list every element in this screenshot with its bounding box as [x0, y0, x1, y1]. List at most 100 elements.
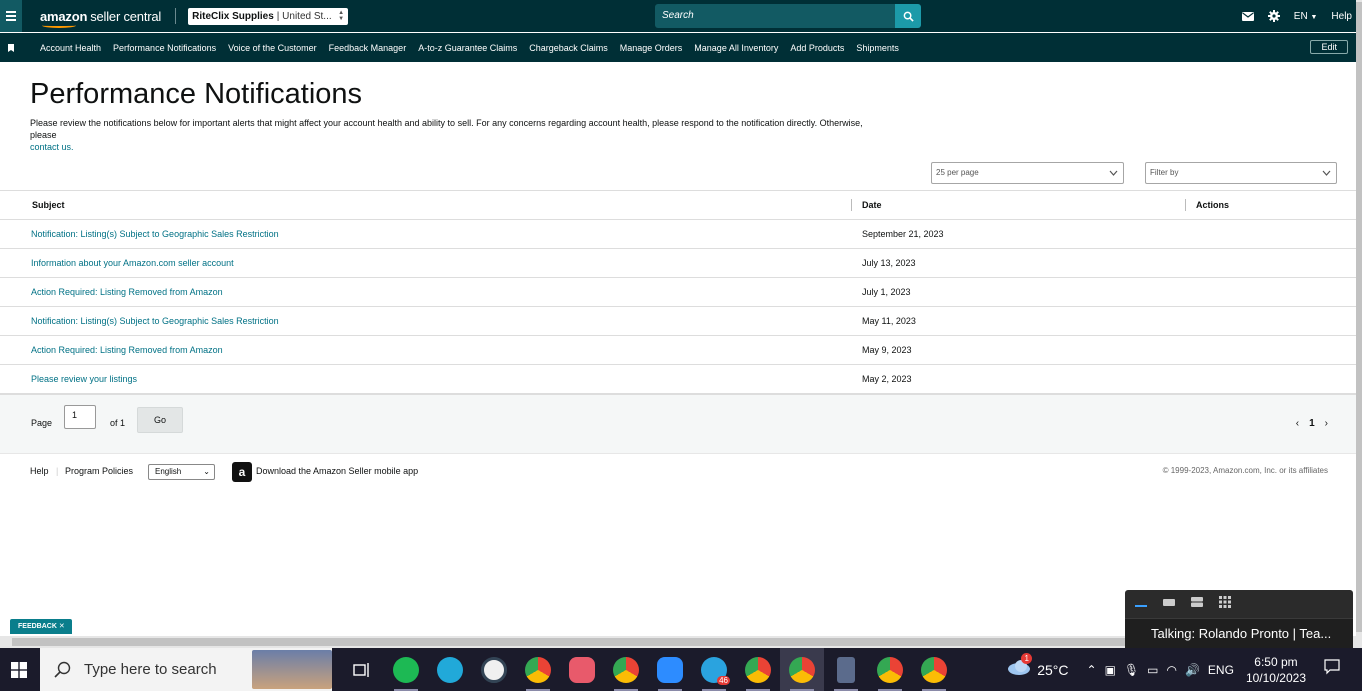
search-button[interactable]	[895, 4, 921, 28]
header-divider	[175, 8, 177, 24]
grid-view-icon[interactable]	[1219, 596, 1231, 608]
chrome-profile-app[interactable]	[604, 648, 648, 691]
calculator-app[interactable]	[824, 648, 868, 691]
notification-date: July 1, 2023	[862, 287, 911, 297]
chrome-l-app[interactable]	[780, 648, 824, 691]
notification-subject-link[interactable]: Notification: Listing(s) Subject to Geog…	[31, 229, 279, 239]
notification-subject-link[interactable]: Information about your Amazon.com seller…	[31, 258, 234, 268]
scrollbar-thumb[interactable]	[1356, 2, 1362, 632]
nav-feedback-manager[interactable]: Feedback Manager	[329, 43, 407, 53]
close-icon[interactable]: ✕	[59, 623, 65, 630]
zoom-app[interactable]	[648, 648, 692, 691]
gear-icon[interactable]	[1267, 10, 1280, 22]
nav-chargeback-claims[interactable]: Chargeback Claims	[529, 43, 608, 53]
start-button[interactable]	[0, 661, 38, 678]
contact-us-link[interactable]: contact us.	[30, 142, 74, 152]
nav-manage-orders[interactable]: Manage Orders	[620, 43, 683, 53]
download-app-link[interactable]: Download the Amazon Seller mobile app	[256, 466, 418, 476]
system-tray: 1 25°C ⌃ ▣ 🎙 ▭ ◠ 🔊 ENG 6:50 pm 10/10/202…	[1007, 648, 1362, 691]
help-link[interactable]: Help	[1331, 11, 1352, 22]
spotify-app[interactable]	[384, 648, 428, 691]
clock[interactable]: 6:50 pm 10/10/2023	[1246, 654, 1306, 686]
minimize-icon[interactable]	[1135, 596, 1147, 608]
task-view-icon	[353, 662, 369, 677]
nav-performance-notifications[interactable]: Performance Notifications	[113, 43, 216, 53]
input-language[interactable]: ENG	[1208, 663, 1234, 677]
chrome-m-app[interactable]	[736, 648, 780, 691]
search-icon	[54, 661, 71, 678]
battery-icon[interactable]: ▭	[1147, 663, 1158, 677]
nav-voice-of-customer[interactable]: Voice of the Customer	[228, 43, 317, 53]
clock-date: 10/10/2023	[1245, 670, 1306, 685]
program-policies-link[interactable]: Program Policies	[65, 466, 133, 476]
telegram-app[interactable]: 46	[692, 648, 736, 691]
feedback-tab[interactable]: FEEDBACK ✕	[10, 619, 72, 634]
bookmark-button[interactable]	[0, 43, 22, 52]
footer-help-link[interactable]: Help	[30, 466, 49, 476]
clock-app[interactable]	[472, 648, 516, 691]
chevron-right-icon[interactable]: ›	[1325, 418, 1328, 429]
taskbar-apps: 46	[340, 648, 956, 691]
amazon-app-icon[interactable]: a	[232, 462, 252, 482]
chrome-r-app[interactable]	[912, 648, 956, 691]
nav-add-products[interactable]: Add Products	[790, 43, 844, 53]
talking-status[interactable]: Talking: Rolando Pronto | Tea...	[1125, 618, 1353, 648]
filter-select[interactable]: Filter by	[1145, 162, 1337, 184]
canva-app[interactable]	[428, 648, 472, 691]
col-subject[interactable]: Subject	[32, 200, 65, 210]
amazon-seller-central-logo[interactable]: amazon seller central	[40, 9, 161, 28]
column-divider	[1185, 199, 1186, 211]
notification-center-button[interactable]	[1324, 659, 1340, 680]
go-button[interactable]: Go	[137, 407, 183, 433]
chevron-down-icon	[1322, 170, 1331, 176]
edit-nav-button[interactable]: Edit	[1310, 40, 1348, 54]
chrome-icon	[921, 656, 947, 683]
footer-language-select[interactable]: English ⌄	[148, 464, 215, 480]
notification-subject-link[interactable]: Action Required: Listing Removed from Am…	[31, 345, 223, 355]
nav-account-health[interactable]: Account Health	[40, 43, 101, 53]
mail-icon[interactable]	[1241, 11, 1254, 21]
chrome-app[interactable]	[516, 648, 560, 691]
task-view-button[interactable]	[340, 648, 384, 691]
col-date[interactable]: Date	[862, 200, 882, 210]
wifi-icon[interactable]: ◠	[1166, 663, 1176, 677]
notification-subject-link[interactable]: Please review your listings	[31, 374, 137, 384]
chevron-left-icon[interactable]: ‹	[1296, 418, 1299, 429]
search-input[interactable]: Search	[655, 4, 895, 28]
notification-subject-link[interactable]: Action Required: Listing Removed from Am…	[31, 287, 223, 297]
language-selector[interactable]: EN ▼	[1294, 11, 1318, 22]
notification-date: May 9, 2023	[862, 345, 912, 355]
page-number-input[interactable]: 1	[64, 405, 96, 429]
tray-icons: ⌃ ▣ 🎙 ▭ ◠ 🔊 ENG	[1087, 663, 1234, 677]
microphone-icon[interactable]: 🎙	[1124, 663, 1139, 677]
nav-manage-inventory[interactable]: Manage All Inventory	[694, 43, 778, 53]
table-row: Notification: Listing(s) Subject to Geog…	[0, 307, 1356, 336]
chrome-icon	[745, 656, 771, 683]
snip-app[interactable]	[560, 648, 604, 691]
search-icon	[903, 11, 914, 22]
meet-now-icon[interactable]: ▣	[1105, 663, 1116, 677]
store-selector[interactable]: RiteClix Supplies | United St... ▲ ▼	[188, 7, 349, 25]
vertical-scrollbar[interactable]	[1356, 0, 1362, 648]
bookmark-icon	[8, 43, 14, 52]
column-divider	[851, 199, 852, 211]
nav-shipments[interactable]: Shipments	[856, 43, 899, 53]
chrome-s-app[interactable]	[868, 648, 912, 691]
per-page-value: 25 per page	[936, 168, 979, 177]
per-page-select[interactable]: 25 per page	[931, 162, 1124, 184]
feedback-label: FEEDBACK	[18, 623, 57, 630]
single-view-icon[interactable]	[1163, 596, 1175, 608]
notification-subject-link[interactable]: Notification: Listing(s) Subject to Geog…	[31, 316, 279, 326]
split-view-icon[interactable]	[1191, 596, 1203, 608]
filter-placeholder: Filter by	[1150, 168, 1179, 177]
chevron-up-icon[interactable]: ⌃	[1087, 663, 1097, 677]
temperature[interactable]: 25°C	[1037, 662, 1068, 678]
volume-icon[interactable]: 🔊	[1185, 663, 1200, 677]
weather-widget[interactable]: 1	[1007, 653, 1033, 680]
taskbar-search[interactable]: Type here to search	[40, 648, 332, 691]
nav-atoz-claims[interactable]: A-to-z Guarantee Claims	[418, 43, 517, 53]
current-page[interactable]: 1	[1309, 418, 1315, 429]
layout-controls	[1135, 596, 1231, 608]
notification-date: May 2, 2023	[862, 374, 912, 384]
menu-button[interactable]	[0, 0, 22, 32]
